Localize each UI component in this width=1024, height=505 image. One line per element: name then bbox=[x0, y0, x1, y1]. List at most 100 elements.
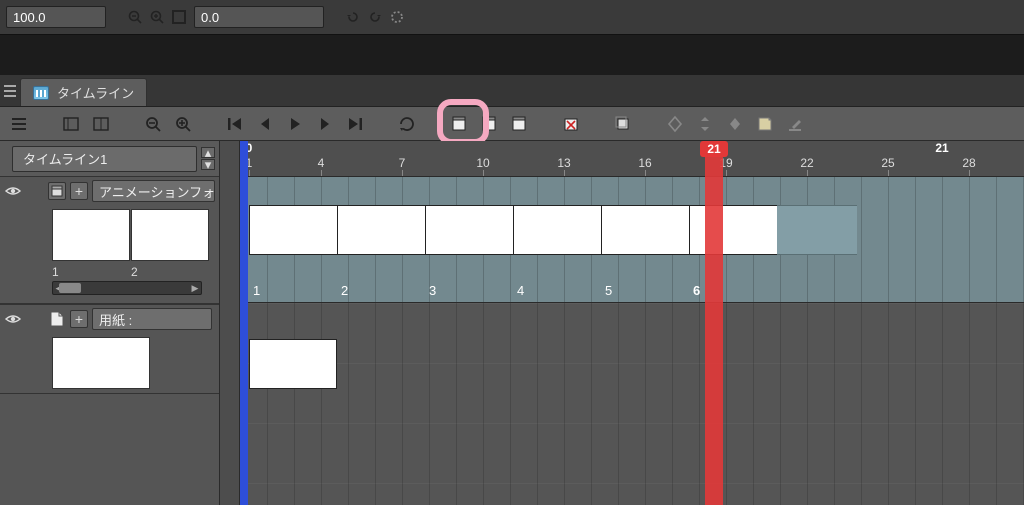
ruler-minor-label: 28 bbox=[962, 156, 975, 170]
top-transport-bar: 100.0 0.0 bbox=[0, 0, 1024, 35]
timeline-selector: タイムライン1 ▴ ▾ bbox=[0, 141, 219, 177]
timeline-toolbar bbox=[0, 107, 1024, 141]
playhead-label[interactable]: 21 bbox=[700, 141, 728, 157]
panel-menu-icon[interactable] bbox=[3, 81, 17, 101]
loading-icon bbox=[388, 8, 406, 26]
position-field[interactable]: 0.0 bbox=[194, 6, 324, 28]
track-view-1-icon[interactable] bbox=[58, 111, 84, 137]
position-value: 0.0 bbox=[201, 10, 219, 25]
go-start-icon[interactable] bbox=[222, 111, 248, 137]
ruler-minor-label: 10 bbox=[476, 156, 489, 170]
frame-grid bbox=[240, 303, 1024, 505]
cel-number: 2 bbox=[337, 283, 425, 298]
play-icon[interactable] bbox=[282, 111, 308, 137]
zoom-in-icon[interactable] bbox=[148, 8, 166, 26]
folder-thumb-numbers: 1 2 bbox=[0, 265, 219, 281]
visibility-icon[interactable] bbox=[4, 310, 22, 328]
zoom-in-timeline-icon[interactable] bbox=[170, 111, 196, 137]
add-cel-plus-button[interactable]: + bbox=[70, 182, 88, 200]
timeline-tab-label: タイムライン bbox=[57, 83, 134, 102]
tempo-value: 100.0 bbox=[13, 10, 46, 25]
playhead-frame-number: 21 bbox=[707, 142, 720, 156]
loop-icon[interactable] bbox=[394, 111, 420, 137]
undo-icon[interactable] bbox=[344, 8, 362, 26]
clip-start-marker[interactable] bbox=[240, 141, 248, 505]
track-list: タイムライン1 ▴ ▾ + アニメーションフォル bbox=[0, 141, 220, 505]
next-frame-icon[interactable] bbox=[312, 111, 338, 137]
note-icon[interactable] bbox=[752, 111, 778, 137]
zoom-out-timeline-icon[interactable] bbox=[140, 111, 166, 137]
edit-icon[interactable] bbox=[782, 111, 808, 137]
tab-timeline[interactable]: タイムライン bbox=[20, 78, 147, 106]
ruler-minor-label: 19 bbox=[719, 156, 732, 170]
cel-row bbox=[249, 205, 857, 255]
cel-number: 5 bbox=[601, 283, 689, 298]
ruler-minor-label: 13 bbox=[557, 156, 570, 170]
timeline-selector-stepper[interactable]: ▴ ▾ bbox=[201, 147, 215, 170]
track-animation-folder: + アニメーションフォル 1 2 ◀ ▶ bbox=[0, 177, 219, 304]
add-cel-button[interactable] bbox=[476, 111, 502, 137]
visibility-icon[interactable] bbox=[4, 182, 22, 200]
go-end-icon[interactable] bbox=[342, 111, 368, 137]
ruler-minor-label: 22 bbox=[800, 156, 813, 170]
layer-name-field[interactable]: 用紙 : bbox=[92, 308, 212, 330]
timeline-main: タイムライン1 ▴ ▾ + アニメーションフォル bbox=[0, 141, 1024, 505]
thumb-number: 2 bbox=[131, 265, 209, 281]
add-layer-plus-button[interactable]: + bbox=[70, 310, 88, 328]
cel-extend[interactable] bbox=[777, 205, 857, 255]
cel[interactable] bbox=[337, 205, 425, 255]
cel-thumbnail[interactable] bbox=[131, 209, 209, 261]
cel[interactable] bbox=[601, 205, 689, 255]
thumb-number: 1 bbox=[52, 265, 130, 281]
lane-paper-layer[interactable] bbox=[240, 303, 1024, 505]
zoom-out-icon[interactable] bbox=[126, 8, 144, 26]
track-paper-layer: + 用紙 : bbox=[0, 304, 219, 394]
timeline-tab-icon bbox=[33, 86, 49, 100]
paper-icon bbox=[48, 310, 66, 328]
ruler-minor-label: 7 bbox=[399, 156, 406, 170]
cel[interactable] bbox=[513, 205, 601, 255]
prev-frame-icon[interactable] bbox=[252, 111, 278, 137]
cel-number: 3 bbox=[425, 283, 513, 298]
lane-animation-folder[interactable]: 123456 bbox=[240, 177, 1024, 303]
cel-thumbnail[interactable] bbox=[52, 209, 130, 261]
scroll-thumb[interactable] bbox=[59, 283, 81, 293]
track-name-field[interactable]: アニメーションフォル bbox=[92, 180, 215, 202]
time-ruler[interactable]: 21 021261 147101316192225283134 bbox=[240, 141, 1024, 177]
new-cel-left-icon[interactable] bbox=[446, 111, 472, 137]
timeline-name-field[interactable]: タイムライン1 bbox=[12, 146, 197, 172]
keyframe-solid-icon[interactable] bbox=[722, 111, 748, 137]
ruler-minor-label: 16 bbox=[638, 156, 651, 170]
cel-numbers: 123456 bbox=[249, 283, 777, 298]
layer-thumbnails bbox=[0, 333, 219, 393]
scroll-right-icon[interactable]: ▶ bbox=[189, 282, 201, 294]
new-cel-right-icon[interactable] bbox=[506, 111, 532, 137]
keyframe-add-icon[interactable] bbox=[662, 111, 688, 137]
cel-number: 6 bbox=[689, 283, 777, 298]
onion-skin-icon[interactable] bbox=[610, 111, 636, 137]
ruler-minor-label: 25 bbox=[881, 156, 894, 170]
tempo-field[interactable]: 100.0 bbox=[6, 6, 106, 28]
keyframe-updown-icon[interactable] bbox=[692, 111, 718, 137]
thumbs-scrollbar[interactable]: ◀ ▶ bbox=[52, 281, 202, 295]
paper-clip[interactable] bbox=[249, 339, 337, 389]
panel-gap bbox=[0, 35, 1024, 75]
layer-thumbnail[interactable] bbox=[52, 337, 150, 389]
ruler-minor-label: 4 bbox=[318, 156, 325, 170]
cel[interactable] bbox=[689, 205, 777, 255]
stop-icon[interactable] bbox=[170, 8, 188, 26]
timeline-lanes: 21 021261 147101316192225283134 123456 bbox=[240, 141, 1024, 505]
track-view-2-icon[interactable] bbox=[88, 111, 114, 137]
cel[interactable] bbox=[425, 205, 513, 255]
folder-icon bbox=[48, 182, 66, 200]
folder-thumbnails bbox=[0, 205, 219, 265]
chevron-down-icon[interactable]: ▾ bbox=[201, 159, 215, 170]
delete-cel-icon[interactable] bbox=[558, 111, 584, 137]
cel[interactable] bbox=[249, 205, 337, 255]
timeline-name-label: タイムライン1 bbox=[23, 149, 107, 168]
layer-name-label: 用紙 : bbox=[99, 310, 132, 329]
track-name-label: アニメーションフォル bbox=[99, 182, 215, 201]
ruler-major-label: 21 bbox=[935, 141, 948, 155]
redo-icon[interactable] bbox=[366, 8, 384, 26]
panel-options-icon[interactable] bbox=[6, 111, 32, 137]
